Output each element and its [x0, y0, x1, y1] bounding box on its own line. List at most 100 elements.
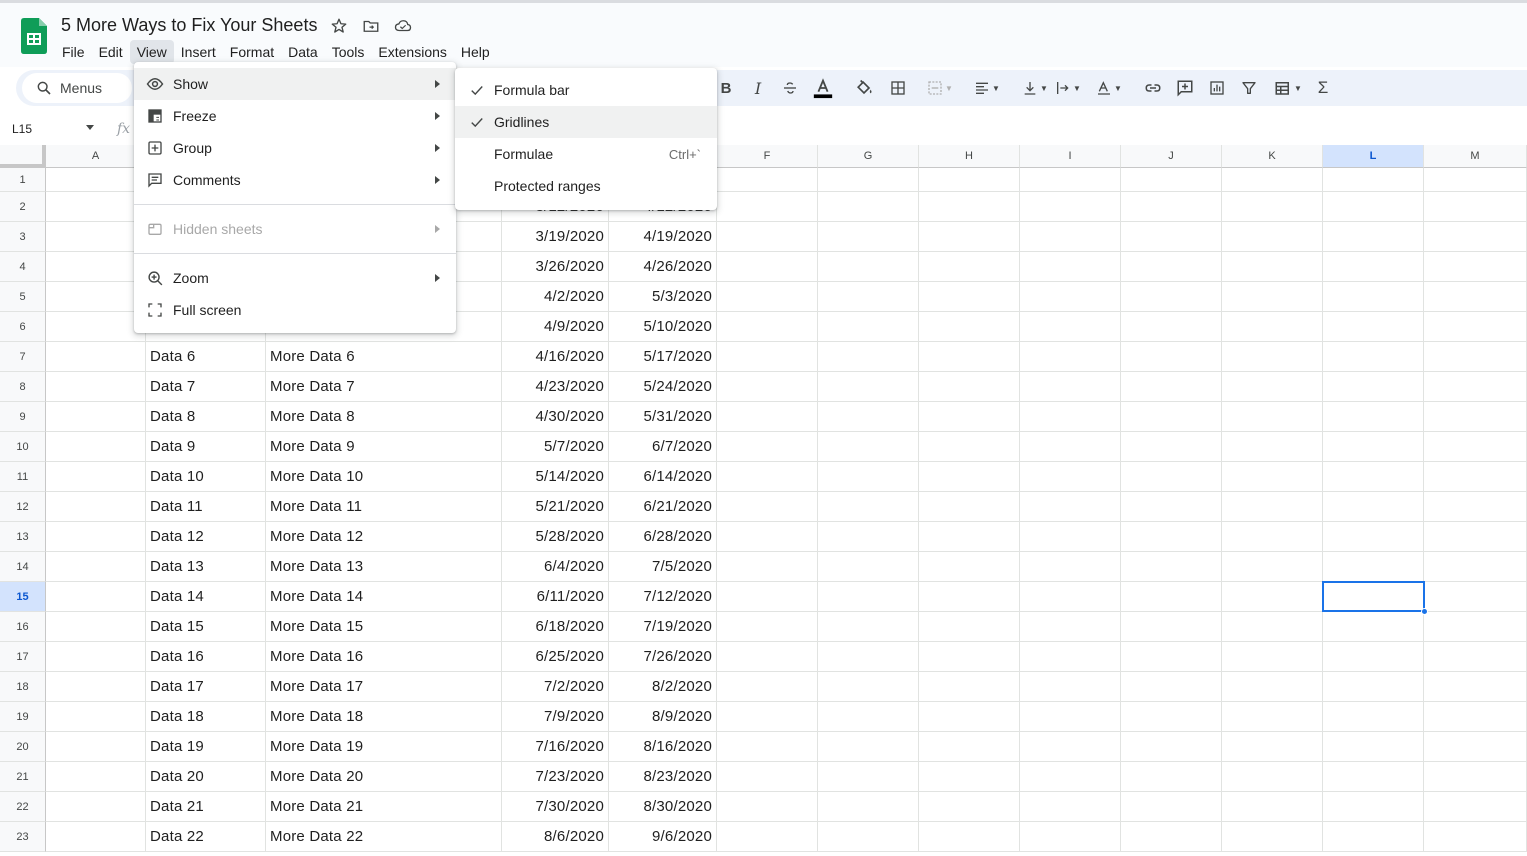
- cell-c12[interactable]: More Data 11: [266, 492, 502, 522]
- cell-h2[interactable]: [919, 192, 1020, 222]
- cell-a7[interactable]: [46, 342, 146, 372]
- cell-m22[interactable]: [1424, 792, 1527, 822]
- filter-icon[interactable]: [1237, 76, 1261, 100]
- cell-m23[interactable]: [1424, 822, 1527, 852]
- cell-b13[interactable]: Data 12: [146, 522, 266, 552]
- cell-e8[interactable]: 5/24/2020: [609, 372, 717, 402]
- cell-h10[interactable]: [919, 432, 1020, 462]
- cell-c7[interactable]: More Data 6: [266, 342, 502, 372]
- cell-l13[interactable]: [1323, 522, 1424, 552]
- row-header-17[interactable]: 17: [0, 642, 46, 672]
- cell-e20[interactable]: 8/16/2020: [609, 732, 717, 762]
- show-formulae[interactable]: Formulae Ctrl+`: [455, 138, 717, 170]
- view-menu-comments[interactable]: Comments: [134, 164, 456, 196]
- cell-d17[interactable]: 6/25/2020: [502, 642, 609, 672]
- cell-c22[interactable]: More Data 21: [266, 792, 502, 822]
- fill-color-icon[interactable]: [852, 76, 876, 100]
- text-rotation-icon[interactable]: ▼: [1093, 76, 1125, 100]
- cell-j17[interactable]: [1121, 642, 1222, 672]
- cell-j12[interactable]: [1121, 492, 1222, 522]
- cell-a16[interactable]: [46, 612, 146, 642]
- cell-c19[interactable]: More Data 18: [266, 702, 502, 732]
- cell-m3[interactable]: [1424, 222, 1527, 252]
- view-menu-zoom[interactable]: Zoom: [134, 262, 456, 294]
- cell-a5[interactable]: [46, 282, 146, 312]
- show-gridlines[interactable]: Gridlines: [455, 106, 717, 138]
- cell-b11[interactable]: Data 10: [146, 462, 266, 492]
- cell-j2[interactable]: [1121, 192, 1222, 222]
- cell-j23[interactable]: [1121, 822, 1222, 852]
- cell-m14[interactable]: [1424, 552, 1527, 582]
- cell-f16[interactable]: [717, 612, 818, 642]
- cell-l1[interactable]: [1323, 168, 1424, 192]
- cell-b22[interactable]: Data 21: [146, 792, 266, 822]
- cell-k18[interactable]: [1222, 672, 1323, 702]
- cell-j22[interactable]: [1121, 792, 1222, 822]
- cell-j18[interactable]: [1121, 672, 1222, 702]
- cell-m21[interactable]: [1424, 762, 1527, 792]
- cell-k19[interactable]: [1222, 702, 1323, 732]
- cell-c23[interactable]: More Data 22: [266, 822, 502, 852]
- cell-a3[interactable]: [46, 222, 146, 252]
- menu-edit[interactable]: Edit: [92, 40, 130, 64]
- cell-l9[interactable]: [1323, 402, 1424, 432]
- cell-h18[interactable]: [919, 672, 1020, 702]
- cell-g14[interactable]: [818, 552, 919, 582]
- column-header-g[interactable]: G: [818, 145, 919, 168]
- cell-d14[interactable]: 6/4/2020: [502, 552, 609, 582]
- cell-e23[interactable]: 9/6/2020: [609, 822, 717, 852]
- vertical-align-icon[interactable]: ▼: [1019, 76, 1051, 100]
- cell-g2[interactable]: [818, 192, 919, 222]
- cell-k13[interactable]: [1222, 522, 1323, 552]
- cell-l19[interactable]: [1323, 702, 1424, 732]
- cell-e14[interactable]: 7/5/2020: [609, 552, 717, 582]
- text-color-icon[interactable]: [811, 76, 835, 100]
- cell-f19[interactable]: [717, 702, 818, 732]
- cell-h12[interactable]: [919, 492, 1020, 522]
- cell-j14[interactable]: [1121, 552, 1222, 582]
- cell-h1[interactable]: [919, 168, 1020, 192]
- star-icon[interactable]: [328, 15, 350, 37]
- cell-f9[interactable]: [717, 402, 818, 432]
- cell-d20[interactable]: 7/16/2020: [502, 732, 609, 762]
- cell-j19[interactable]: [1121, 702, 1222, 732]
- cell-d4[interactable]: 3/26/2020: [502, 252, 609, 282]
- cell-e11[interactable]: 6/14/2020: [609, 462, 717, 492]
- cell-f22[interactable]: [717, 792, 818, 822]
- text-wrap-icon[interactable]: ▼: [1052, 76, 1084, 100]
- cell-l8[interactable]: [1323, 372, 1424, 402]
- name-box-dropdown-icon[interactable]: [86, 125, 94, 130]
- cell-m2[interactable]: [1424, 192, 1527, 222]
- cell-d7[interactable]: 4/16/2020: [502, 342, 609, 372]
- view-menu-group[interactable]: Group: [134, 132, 456, 164]
- cell-i13[interactable]: [1020, 522, 1121, 552]
- cell-d3[interactable]: 3/19/2020: [502, 222, 609, 252]
- cell-m7[interactable]: [1424, 342, 1527, 372]
- cell-a18[interactable]: [46, 672, 146, 702]
- cell-l11[interactable]: [1323, 462, 1424, 492]
- cell-g22[interactable]: [818, 792, 919, 822]
- cell-g19[interactable]: [818, 702, 919, 732]
- cell-k5[interactable]: [1222, 282, 1323, 312]
- row-header-13[interactable]: 13: [0, 522, 46, 552]
- row-header-5[interactable]: 5: [0, 282, 46, 312]
- cell-f10[interactable]: [717, 432, 818, 462]
- cell-g7[interactable]: [818, 342, 919, 372]
- cell-g5[interactable]: [818, 282, 919, 312]
- name-box[interactable]: L15: [12, 122, 32, 136]
- cell-k2[interactable]: [1222, 192, 1323, 222]
- cell-i12[interactable]: [1020, 492, 1121, 522]
- cell-j1[interactable]: [1121, 168, 1222, 192]
- cell-a15[interactable]: [46, 582, 146, 612]
- cell-f1[interactable]: [717, 168, 818, 192]
- cell-f5[interactable]: [717, 282, 818, 312]
- cell-a22[interactable]: [46, 792, 146, 822]
- cell-d13[interactable]: 5/28/2020: [502, 522, 609, 552]
- cell-f15[interactable]: [717, 582, 818, 612]
- row-header-4[interactable]: 4: [0, 252, 46, 282]
- cell-e16[interactable]: 7/19/2020: [609, 612, 717, 642]
- cell-k23[interactable]: [1222, 822, 1323, 852]
- cell-f20[interactable]: [717, 732, 818, 762]
- borders-icon[interactable]: [886, 76, 910, 100]
- cell-j15[interactable]: [1121, 582, 1222, 612]
